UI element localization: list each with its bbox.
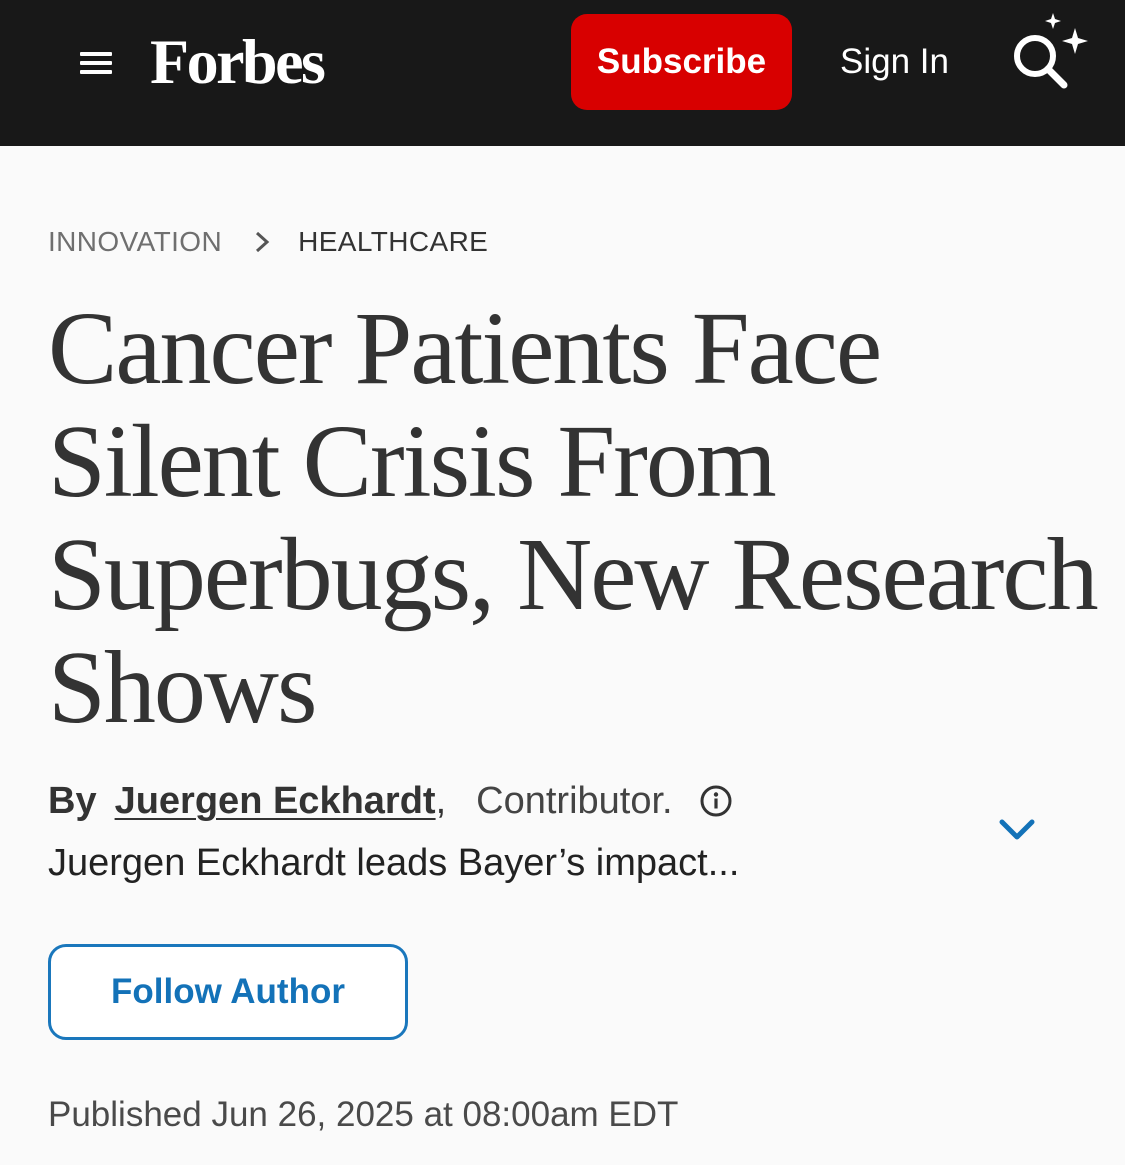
author-name-link[interactable]: Juergen Eckhardt (115, 780, 436, 823)
published-date: Published Jun 26, 2025 at 08:00am EDT (48, 1095, 679, 1134)
byline-comma: , (435, 779, 447, 822)
breadcrumb-healthcare[interactable]: HEALTHCARE (298, 226, 488, 258)
chevron-down-icon[interactable] (994, 810, 1040, 850)
article-headline: Cancer Patients Face Silent Crisis From … (48, 291, 1099, 745)
breadcrumb: INNOVATION HEALTHCARE (48, 222, 488, 262)
sparkle-search-icon[interactable] (1004, 8, 1096, 98)
forbes-logo[interactable]: Forbes (150, 22, 326, 102)
hamburger-menu-icon[interactable] (74, 46, 118, 82)
info-circle-icon[interactable] (699, 784, 733, 818)
chevron-right-icon (256, 231, 270, 253)
byline-by-label: By (48, 779, 97, 822)
breadcrumb-innovation[interactable]: INNOVATION (48, 226, 222, 258)
subscribe-button[interactable]: Subscribe (571, 14, 792, 110)
author-bio: Juergen Eckhardt leads Bayer’s impact... (48, 842, 740, 884)
byline: By Juergen Eckhardt , Contributor. (48, 776, 733, 826)
author-role: Contributor. (476, 779, 673, 822)
article-page: Forbes Subscribe Sign In INNOVATION HEAL… (0, 0, 1125, 1165)
site-header: Forbes Subscribe Sign In (0, 0, 1125, 146)
follow-author-button[interactable]: Follow Author (48, 944, 408, 1040)
sign-in-link[interactable]: Sign In (840, 40, 949, 84)
